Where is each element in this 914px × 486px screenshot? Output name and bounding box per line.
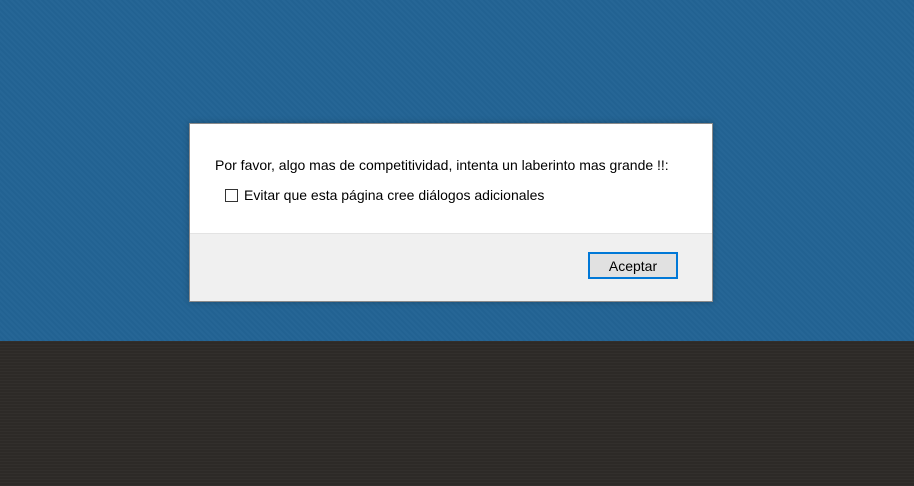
suppress-dialogs-label[interactable]: Evitar que esta página cree diálogos adi… bbox=[244, 187, 544, 203]
alert-dialog: Por favor, algo mas de competitividad, i… bbox=[189, 123, 713, 302]
browser-page: Por favor, algo mas de competitividad, i… bbox=[0, 0, 914, 486]
dialog-footer: Aceptar bbox=[190, 233, 712, 301]
page-background-bottom bbox=[0, 341, 914, 486]
dialog-body: Por favor, algo mas de competitividad, i… bbox=[190, 124, 712, 233]
accept-button[interactable]: Aceptar bbox=[588, 252, 678, 279]
suppress-dialogs-option[interactable]: Evitar que esta página cree diálogos adi… bbox=[225, 187, 544, 203]
suppress-dialogs-checkbox[interactable] bbox=[225, 188, 238, 202]
dialog-message: Por favor, algo mas de competitividad, i… bbox=[215, 157, 669, 173]
